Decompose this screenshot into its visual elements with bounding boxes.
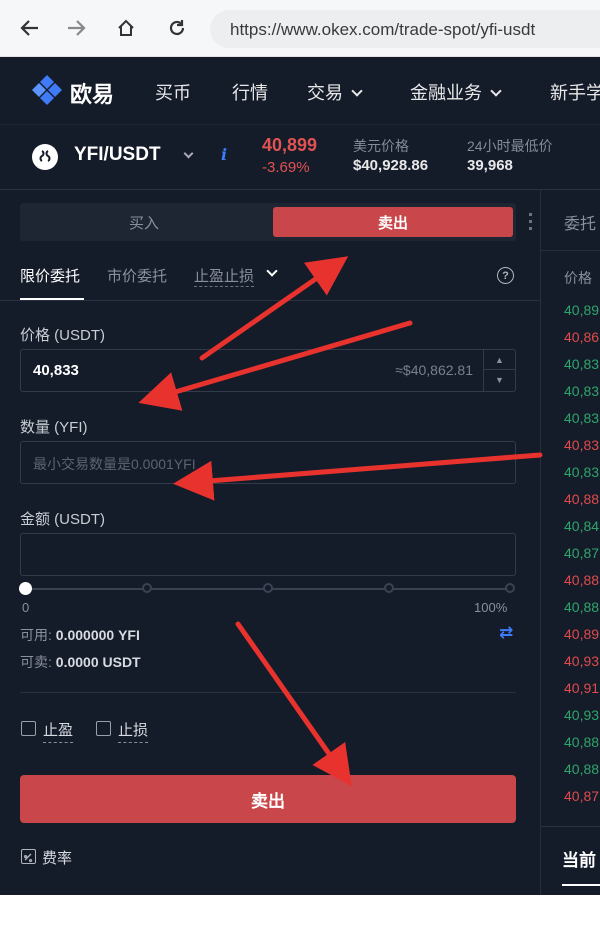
low-24h-value: 39,968 <box>467 157 513 174</box>
low-24h-label: 24小时最低价 <box>467 138 553 154</box>
take-profit-checkbox[interactable] <box>21 721 36 736</box>
total-input[interactable] <box>20 533 516 576</box>
orderbook-row[interactable]: 40,84 <box>564 518 599 534</box>
home-icon[interactable] <box>112 14 140 42</box>
orderbook-price-header: 价格 <box>564 270 592 286</box>
sell-tab[interactable]: 卖出 <box>273 207 513 237</box>
amount-placeholder: 最小交易数量是0.0001YFI <box>33 456 196 472</box>
available-value: 0.000000 YFI <box>55 627 140 643</box>
chevron-down-icon <box>490 85 502 97</box>
chevron-down-icon <box>351 85 363 97</box>
sell-submit-button[interactable]: 卖出 <box>20 775 516 823</box>
slider-min-label: 0 <box>22 600 30 615</box>
orderbook-divider <box>541 250 600 251</box>
menu-item-finance-label: 金融业务 <box>410 83 482 103</box>
drag-handle-icon[interactable] <box>529 213 532 231</box>
menu-item-markets[interactable]: 行情 <box>232 79 268 105</box>
last-price: 40,899 <box>262 135 318 155</box>
price-value: 40,833 <box>33 362 79 379</box>
amount-input[interactable]: 最小交易数量是0.0001YFI <box>20 441 516 484</box>
tab-stop-order[interactable]: 止盈止损 <box>194 265 255 287</box>
stepper-down-icon[interactable]: ▼ <box>484 370 515 390</box>
buy-tab[interactable]: 买入 <box>20 203 268 241</box>
orderbook-row[interactable]: 40,83 <box>564 464 599 480</box>
available-balance: 可用: 0.000000 YFI <box>20 625 140 645</box>
help-icon[interactable]: ? <box>497 267 514 284</box>
orderbook-bottom-divider <box>541 826 600 827</box>
okex-logo-icon[interactable] <box>30 73 64 107</box>
orderbook-row[interactable]: 40,83 <box>564 437 599 453</box>
orderbook-row[interactable]: 40,89 <box>564 302 599 318</box>
total-label: 金额 (USDT) <box>20 511 105 528</box>
orderbook-row[interactable]: 40,88 <box>564 599 599 615</box>
menu-item-beginner[interactable]: 新手学 <box>550 79 600 105</box>
orderbook-row[interactable]: 40,83 <box>564 383 599 399</box>
orderbook-tab[interactable]: 委托 <box>564 210 596 234</box>
orderbook-row[interactable]: 40,88 <box>564 761 599 777</box>
usd-price-value: $40,928.86 <box>353 157 429 174</box>
current-tab-indicator <box>562 884 600 886</box>
price-usd-hint: ≈$40,862.81 <box>395 362 473 378</box>
usd-price-label: 美元价格 <box>353 138 409 154</box>
amount-label: 数量 (YFI) <box>20 419 88 436</box>
divider <box>20 692 516 693</box>
site-header: 欧易 买币 行情 交易 金融业务 新手学 <box>0 57 600 124</box>
current-orders-tab[interactable]: 当前 <box>562 846 596 871</box>
orderbook-row[interactable]: 40,86 <box>564 329 599 345</box>
price-input[interactable]: 40,833 ≈$40,862.81 ▲ ▼ <box>20 349 516 392</box>
browser-toolbar: https://www.okex.com/trade-spot/yfi-usdt <box>0 0 600 57</box>
transfer-icon[interactable]: ⇄ <box>499 623 513 643</box>
take-profit-label[interactable]: 止盈 <box>43 719 74 743</box>
reload-icon[interactable] <box>163 14 191 42</box>
slider-handle[interactable] <box>19 582 32 595</box>
menu-item-buy-crypto[interactable]: 买币 <box>155 79 191 105</box>
price-stepper: ▲ ▼ <box>483 350 515 391</box>
sellable-balance: 可卖: 0.0000 USDT <box>20 652 141 672</box>
orderbook-row[interactable]: 40,91 <box>564 680 599 696</box>
page-bottom <box>0 895 600 939</box>
orderbook-row[interactable]: 40,87 <box>564 545 599 561</box>
price-label: 价格 (USDT) <box>20 327 105 344</box>
tab-limit-order[interactable]: 限价委托 <box>20 265 80 286</box>
orderbook-row[interactable]: 40,88 <box>564 572 599 588</box>
tab-market-order[interactable]: 市价委托 <box>107 265 167 286</box>
menu-item-trade[interactable]: 交易 <box>307 79 363 105</box>
logo-text[interactable]: 欧易 <box>70 77 114 109</box>
available-label: 可用: <box>20 627 52 643</box>
fee-rate-link[interactable]: 费率 <box>42 847 72 868</box>
orderbook-row[interactable]: 40,83 <box>564 356 599 372</box>
info-icon[interactable]: i <box>221 145 227 164</box>
orderbook-row[interactable]: 40,93 <box>564 653 599 669</box>
orderbook-row[interactable]: 40,88 <box>564 491 599 507</box>
slider-node-25[interactable] <box>142 583 152 593</box>
back-icon[interactable] <box>16 14 44 42</box>
pair-selector[interactable]: YFI/USDT <box>74 144 161 166</box>
stop-loss-label[interactable]: 止损 <box>118 719 149 743</box>
tab-divider <box>0 300 540 301</box>
slider-node-75[interactable] <box>384 583 394 593</box>
orderbook-row[interactable]: 40,88 <box>564 734 599 750</box>
slider-node-50[interactable] <box>263 583 273 593</box>
orderbook-row[interactable]: 40,87 <box>564 788 599 804</box>
yfi-coin-icon <box>32 144 58 170</box>
sellable-value: 0.0000 USDT <box>55 654 141 670</box>
stepper-up-icon[interactable]: ▲ <box>484 350 515 370</box>
price-change: -3.69% <box>262 159 310 176</box>
slider-node-100[interactable] <box>505 583 515 593</box>
menu-item-trade-label: 交易 <box>307 83 343 103</box>
stop-loss-checkbox[interactable] <box>96 721 111 736</box>
menu-item-finance[interactable]: 金融业务 <box>410 79 502 105</box>
sellable-label: 可卖: <box>20 654 52 670</box>
orderbook-row[interactable]: 40,93 <box>564 707 599 723</box>
fee-icon <box>21 849 36 864</box>
forward-icon[interactable] <box>62 14 90 42</box>
url-text: https://www.okex.com/trade-spot/yfi-usdt <box>230 20 536 39</box>
orderbook-row[interactable]: 40,89 <box>564 626 599 642</box>
orderbook-row[interactable]: 40,83 <box>564 410 599 426</box>
address-bar[interactable]: https://www.okex.com/trade-spot/yfi-usdt <box>210 10 600 48</box>
slider-max-label: 100% <box>474 600 508 615</box>
